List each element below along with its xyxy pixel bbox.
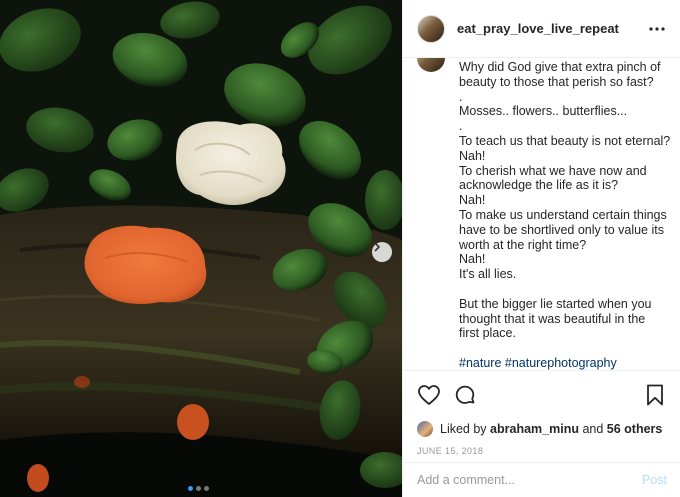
more-horizontal-icon bbox=[649, 26, 665, 31]
caption-line: beauty to those that perish so fast? bbox=[459, 74, 654, 89]
username-link[interactable]: eat_pray_love_live_repeat bbox=[457, 21, 648, 36]
post-header: eat_pray_love_live_repeat bbox=[403, 0, 680, 58]
caption-line: To teach us that beauty is not eternal? bbox=[459, 133, 671, 148]
carousel-next-button[interactable] bbox=[372, 242, 392, 262]
caption-line bbox=[459, 282, 665, 297]
liker-avatar[interactable] bbox=[417, 421, 433, 437]
caption-line: thought that it was beautiful in the bbox=[459, 311, 646, 326]
caption-line: Nah! bbox=[459, 193, 486, 208]
caption-line: Nah! bbox=[459, 252, 486, 267]
likes-prefix: Liked by bbox=[440, 422, 487, 436]
post-photo[interactable] bbox=[0, 0, 402, 497]
comment-bubble-icon[interactable] bbox=[453, 383, 477, 407]
caption-line: To cherish what we have now and bbox=[459, 163, 647, 178]
caption-line: . bbox=[459, 119, 463, 134]
caption-line: . bbox=[459, 89, 463, 104]
heart-icon[interactable] bbox=[417, 383, 441, 407]
caption-line: It's all lies. bbox=[459, 267, 517, 282]
photo-artwork bbox=[0, 0, 402, 497]
likes-summary: Liked by abraham_minu and 56 others bbox=[417, 421, 667, 437]
carousel-dot bbox=[196, 486, 201, 491]
caption-line: Why did God give that extra pinch of bbox=[459, 60, 661, 74]
more-options-button[interactable] bbox=[648, 20, 666, 38]
post-comment-button[interactable]: Post bbox=[642, 473, 667, 487]
liker-username-link[interactable]: abraham_minu bbox=[490, 422, 579, 436]
post-date[interactable]: JUNE 15, 2018 bbox=[417, 446, 667, 456]
caption-text: Why did God give that extra pinch of bea… bbox=[459, 60, 671, 370]
caption-line: acknowledge the life as it is? bbox=[459, 178, 619, 193]
post-side-panel: eat_pray_love_live_repeat Why did God gi… bbox=[402, 0, 680, 497]
caption-line: To make us understand certain things bbox=[459, 207, 667, 222]
carousel-indicator bbox=[188, 486, 209, 491]
post-actions: Liked by abraham_minu and 56 others JUNE… bbox=[403, 370, 680, 456]
chevron-right-icon bbox=[374, 242, 380, 252]
action-icons-row bbox=[417, 383, 667, 407]
caption-avatar[interactable] bbox=[417, 58, 445, 72]
comment-bar: Post bbox=[403, 462, 680, 497]
caption-line: Nah! bbox=[459, 148, 486, 163]
caption-scroll-area[interactable]: Why did God give that extra pinch of bea… bbox=[403, 58, 680, 370]
likes-others-link[interactable]: 56 others bbox=[607, 422, 663, 436]
caption-line bbox=[459, 341, 665, 356]
bookmark-icon[interactable] bbox=[643, 383, 667, 407]
hashtag-links[interactable]: #nature #naturephotography bbox=[459, 356, 665, 370]
carousel-dot bbox=[188, 486, 193, 491]
carousel-dot bbox=[204, 486, 209, 491]
avatar[interactable] bbox=[417, 14, 445, 43]
comment-input[interactable] bbox=[417, 473, 642, 487]
caption-line: have to be shortlived only to value its bbox=[459, 222, 664, 237]
caption-line: But the bigger lie started when you bbox=[459, 296, 652, 311]
caption-line: worth at the right time? bbox=[459, 237, 587, 252]
caption-line: Mosses.. flowers.. butterflies... bbox=[459, 104, 628, 119]
likes-connector: and bbox=[582, 422, 604, 436]
caption-line: first place. bbox=[459, 326, 516, 341]
